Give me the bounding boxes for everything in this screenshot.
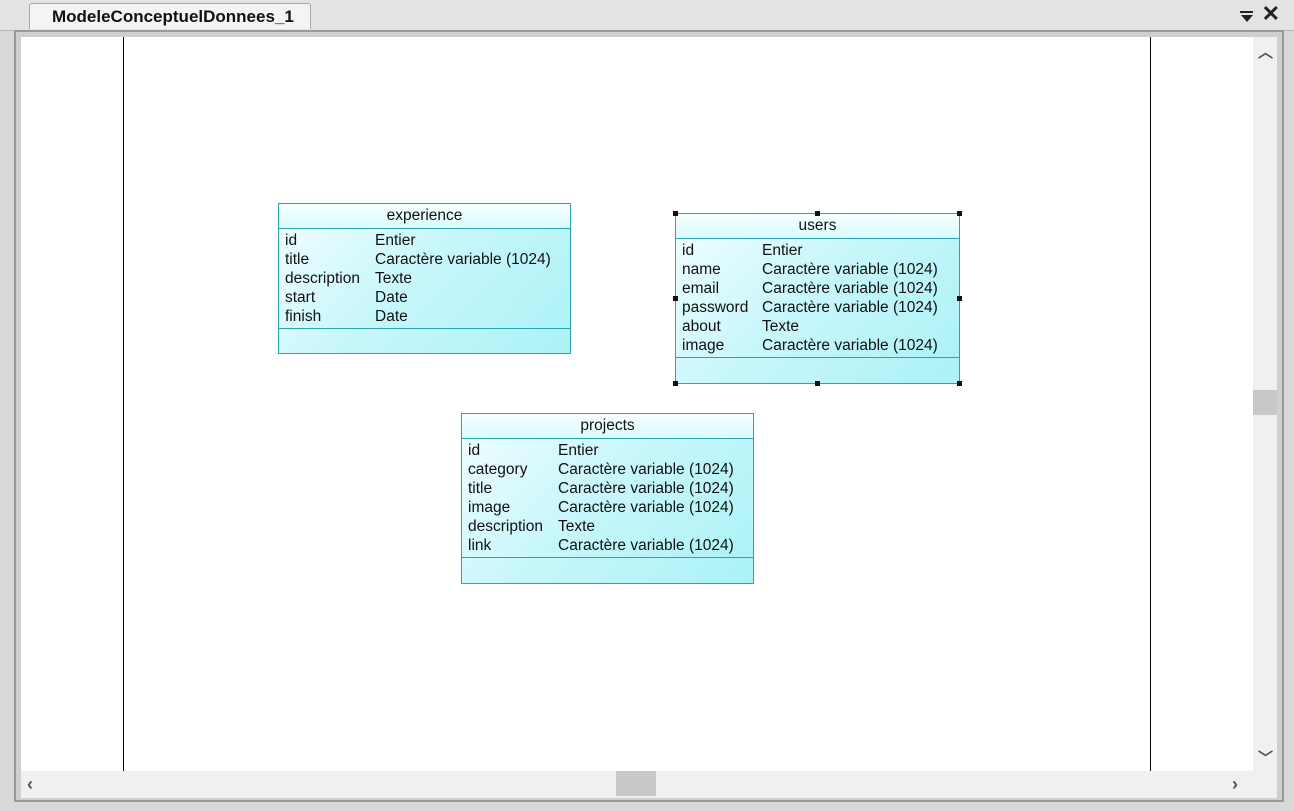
attribute-name: category	[468, 461, 528, 478]
entity-users[interactable]: users id Entier name Caractère variable (1…	[675, 213, 960, 384]
resize-handle-e[interactable]	[957, 296, 962, 301]
dropdown-menu-icon[interactable]	[1239, 4, 1254, 24]
attribute-name: id	[682, 242, 695, 259]
attribute-list: id Entier category Caractère variable (102…	[462, 439, 753, 558]
attribute-row: id Entier	[468, 441, 753, 460]
vertical-scroll-thumb[interactable]	[1253, 390, 1277, 415]
resize-handle-se[interactable]	[957, 381, 962, 386]
attribute-type: Texte	[558, 518, 596, 535]
chevron-right-icon[interactable]: ›	[1232, 774, 1238, 795]
attribute-row: name Caractère variable (1024)	[682, 260, 959, 279]
attribute-type: Caractère variable (1024)	[558, 537, 734, 554]
attribute-type: Texte	[375, 270, 413, 287]
entity-name: projects	[462, 414, 753, 439]
attribute-type: Caractère variable (1024)	[762, 337, 938, 354]
chevron-down-icon[interactable]: ﹀	[1258, 747, 1273, 768]
chevron-up-icon[interactable]: ︿	[1258, 41, 1273, 62]
attribute-row: description Texte	[285, 269, 570, 288]
page-boundary-left	[123, 37, 124, 771]
page-boundary-right	[1150, 37, 1151, 771]
attribute-name: start	[285, 289, 316, 306]
attribute-name: image	[682, 337, 725, 354]
attribute-type: Caractère variable (1024)	[558, 499, 734, 516]
resize-handle-n[interactable]	[815, 211, 820, 216]
entity-name: users	[676, 214, 959, 239]
attribute-row: category Caractère variable (1024)	[468, 460, 753, 479]
attribute-row: title Caractère variable (1024)	[468, 479, 753, 498]
attribute-row: email Caractère variable (1024)	[682, 279, 959, 298]
attribute-type: Caractère variable (1024)	[762, 261, 938, 278]
diagram-canvas[interactable]: experience id Entier title Caractère varia…	[21, 37, 1253, 771]
resize-handle-w[interactable]	[673, 296, 678, 301]
tab-actions: ✕	[1239, 3, 1280, 25]
horizontal-scroll-thumb[interactable]	[616, 771, 656, 796]
attribute-row: id Entier	[285, 231, 570, 250]
tab-document[interactable]: ModeleConceptuelDonnees_1	[29, 3, 311, 29]
attribute-name: image	[468, 499, 511, 516]
attribute-type: Caractère variable (1024)	[375, 251, 551, 268]
attribute-list: id Entier name Caractère variable (1024) e…	[676, 239, 959, 358]
attribute-name: title	[468, 480, 493, 497]
attribute-row: link Caractère variable (1024)	[468, 536, 753, 555]
scrollbar-corner	[1253, 771, 1277, 798]
attribute-type: Entier	[762, 242, 803, 259]
attribute-type: Caractère variable (1024)	[762, 280, 938, 297]
entity-identifier-section	[462, 558, 753, 582]
close-icon[interactable]: ✕	[1262, 3, 1280, 25]
attribute-type: Entier	[375, 232, 416, 249]
horizontal-scrollbar[interactable]: ‹ ›	[21, 771, 1253, 798]
attribute-row: finish Date	[285, 307, 570, 326]
attribute-row: id Entier	[682, 241, 959, 260]
attribute-name: about	[682, 318, 721, 335]
attribute-type: Caractère variable (1024)	[558, 461, 734, 478]
document-tab-strip: ModeleConceptuelDonnees_1 ✕	[0, 0, 1294, 31]
entity-experience[interactable]: experience id Entier title Caractère varia…	[278, 203, 571, 354]
tab-title: ModeleConceptuelDonnees_1	[52, 7, 294, 26]
entity-name: experience	[279, 204, 570, 229]
attribute-row: description Texte	[468, 517, 753, 536]
attribute-row: title Caractère variable (1024)	[285, 250, 570, 269]
attribute-name: finish	[285, 308, 322, 325]
attribute-list: id Entier title Caractère variable (1024) …	[279, 229, 570, 329]
attribute-row: image Caractère variable (1024)	[468, 498, 753, 517]
attribute-name: description	[285, 270, 360, 287]
attribute-type: Date	[375, 308, 408, 325]
resize-handle-ne[interactable]	[957, 211, 962, 216]
attribute-name: id	[285, 232, 298, 249]
vertical-scrollbar[interactable]: ︿ ﹀	[1253, 37, 1277, 771]
attribute-name: password	[682, 299, 749, 316]
attribute-name: link	[468, 537, 492, 554]
attribute-name: title	[285, 251, 310, 268]
resize-handle-nw[interactable]	[673, 211, 678, 216]
resize-handle-sw[interactable]	[673, 381, 678, 386]
attribute-name: description	[468, 518, 543, 535]
attribute-name: email	[682, 280, 720, 297]
attribute-row: password Caractère variable (1024)	[682, 298, 959, 317]
attribute-type: Date	[375, 289, 408, 306]
attribute-name: id	[468, 442, 481, 459]
entity-identifier-section	[279, 329, 570, 353]
entity-projects[interactable]: projects id Entier category Caractère vari…	[461, 413, 754, 584]
attribute-type: Caractère variable (1024)	[558, 480, 734, 497]
attribute-type: Entier	[558, 442, 599, 459]
attribute-type: Texte	[762, 318, 800, 335]
attribute-row: image Caractère variable (1024)	[682, 336, 959, 355]
attribute-type: Caractère variable (1024)	[762, 299, 938, 316]
attribute-row: start Date	[285, 288, 570, 307]
attribute-name: name	[682, 261, 721, 278]
resize-handle-s[interactable]	[815, 381, 820, 386]
entity-identifier-section	[676, 358, 959, 382]
chevron-left-icon[interactable]: ‹	[27, 774, 33, 795]
attribute-row: about Texte	[682, 317, 959, 336]
